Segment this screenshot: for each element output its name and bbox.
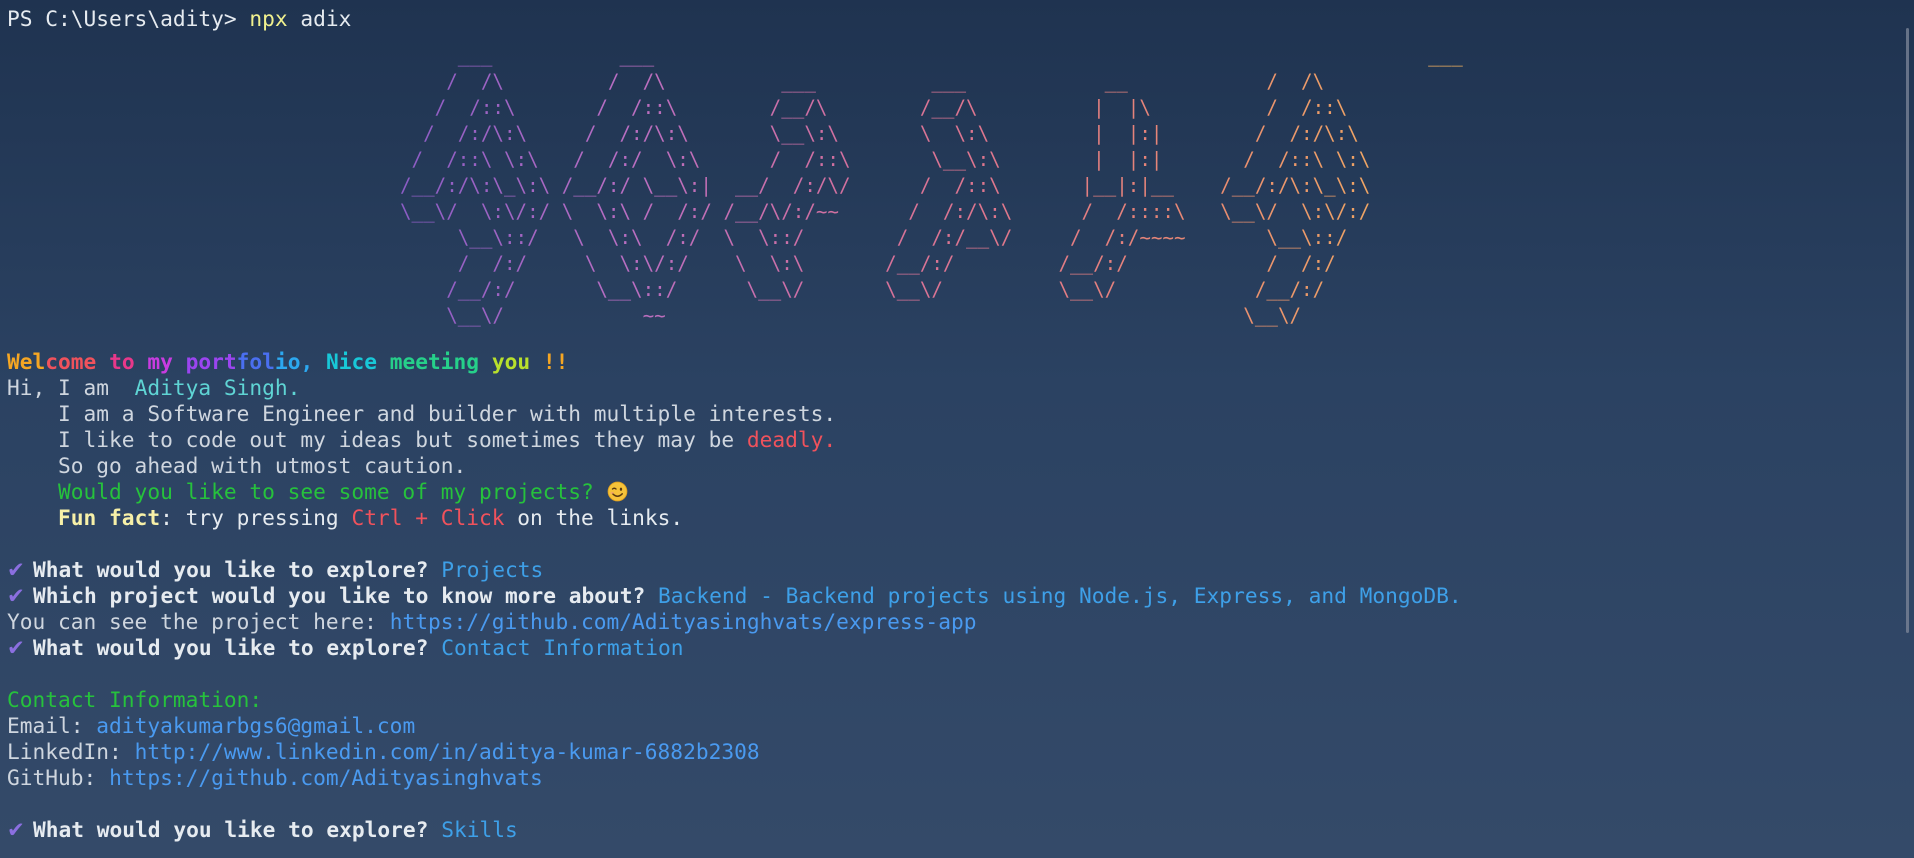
projects-question: Would you like to see some of my project…	[7, 479, 607, 504]
prompt-argument: adix	[287, 6, 352, 31]
explore-question: What would you like to explore?	[33, 557, 442, 582]
explore-answer-skills: Skills	[441, 817, 518, 842]
ascii-art-banner: ___ ___ ___ / /\ / /\ ___ ___ __ / /\ / …	[400, 43, 1521, 329]
scrollbar-thumb[interactable]	[1906, 28, 1909, 633]
github-link[interactable]: https://github.com/Adityasinghvats	[109, 765, 543, 790]
checkmark-icon: ✔	[7, 817, 25, 842]
github-label: GitHub:	[7, 765, 110, 790]
email-line: Email: adityakumarbgs6@gmail.com	[7, 713, 415, 739]
fun-fact-keys: Ctrl + Click	[351, 505, 505, 530]
contact-heading: Contact Information:	[7, 687, 263, 712]
linkedin-link[interactable]: http://www.linkedin.com/in/aditya-kumar-…	[135, 739, 760, 764]
project-link-line: You can see the project here: https://gi…	[7, 609, 976, 635]
project-choice-line: ✔ Which project would you like to know mo…	[7, 583, 1462, 609]
github-line: GitHub: https://github.com/Adityasinghva…	[7, 765, 543, 791]
email-label: Email:	[7, 713, 97, 738]
welcome-segment: meeting	[389, 349, 492, 374]
explore-question: What would you like to explore?	[33, 635, 442, 660]
checkmark-icon: ✔	[7, 557, 25, 582]
project-link[interactable]: https://github.com/Adityasinghvats/expre…	[390, 609, 977, 634]
welcome-segment: port	[185, 349, 237, 374]
project-link-label: You can see the project here:	[7, 609, 390, 634]
explore-question: What would you like to explore?	[33, 817, 442, 842]
fun-fact-tail: on the links.	[504, 505, 684, 530]
explore-projects-line: ✔ What would you like to explore? Project…	[7, 557, 543, 583]
welcome-segment: Nice	[325, 349, 390, 374]
email-link[interactable]: adityakumarbgs6@gmail.com	[96, 713, 415, 738]
fun-fact-line: Fun fact: try pressing Ctrl + Click on t…	[7, 505, 683, 531]
prompt-command: npx	[249, 6, 288, 31]
intro-greeting: Hi, I am Aditya Singh.	[7, 375, 300, 401]
welcome-line: Welcome to my portfolio, Nice meeting yo…	[7, 349, 568, 375]
welcome-segment: fol	[236, 349, 275, 374]
greeting-text: Hi, I am	[7, 375, 135, 400]
deadly-word: deadly.	[746, 427, 837, 452]
intro-line-4: Would you like to see some of my project…	[7, 479, 628, 505]
explore-answer-contact: Contact Information	[441, 635, 684, 660]
welcome-segment: you	[491, 349, 543, 374]
winking-face-emoji-icon	[607, 481, 627, 502]
author-name: Aditya Singh.	[134, 375, 301, 400]
welcome-segment: Wel	[7, 349, 46, 374]
explore-answer-projects: Projects	[441, 557, 544, 582]
linkedin-line: LinkedIn: http://www.linkedin.com/in/adi…	[7, 739, 760, 765]
project-answer: Backend - Backend projects using Node.js…	[658, 583, 1462, 608]
linkedin-label: LinkedIn:	[7, 739, 135, 764]
project-question: Which project would you like to know mor…	[33, 583, 659, 608]
intro-line-2-text: I like to code out my ideas but sometime…	[7, 427, 747, 452]
welcome-segment: !!	[542, 349, 569, 374]
welcome-segment: io,	[274, 349, 326, 374]
checkmark-icon: ✔	[7, 583, 25, 608]
fun-fact-label: Fun fact	[58, 505, 161, 530]
fun-fact-text: : try pressing	[160, 505, 352, 530]
checkmark-icon: ✔	[7, 635, 25, 660]
intro-line-1: I am a Software Engineer and builder wit…	[7, 401, 837, 426]
intro-line-3: So go ahead with utmost caution.	[7, 453, 467, 478]
fun-fact-indent	[7, 505, 58, 530]
welcome-segment: my	[147, 349, 186, 374]
prompt-line: PS C:\Users\adity> npx adix	[7, 6, 351, 32]
welcome-segment: come	[45, 349, 110, 374]
intro-line-2: I like to code out my ideas but sometime…	[7, 427, 836, 453]
prompt-path: PS C:\Users\adity>	[7, 6, 250, 31]
explore-skills-line: ✔ What would you like to explore? Skills	[7, 817, 518, 843]
explore-contact-line: ✔ What would you like to explore? Contact…	[7, 635, 684, 661]
welcome-segment: to	[109, 349, 148, 374]
